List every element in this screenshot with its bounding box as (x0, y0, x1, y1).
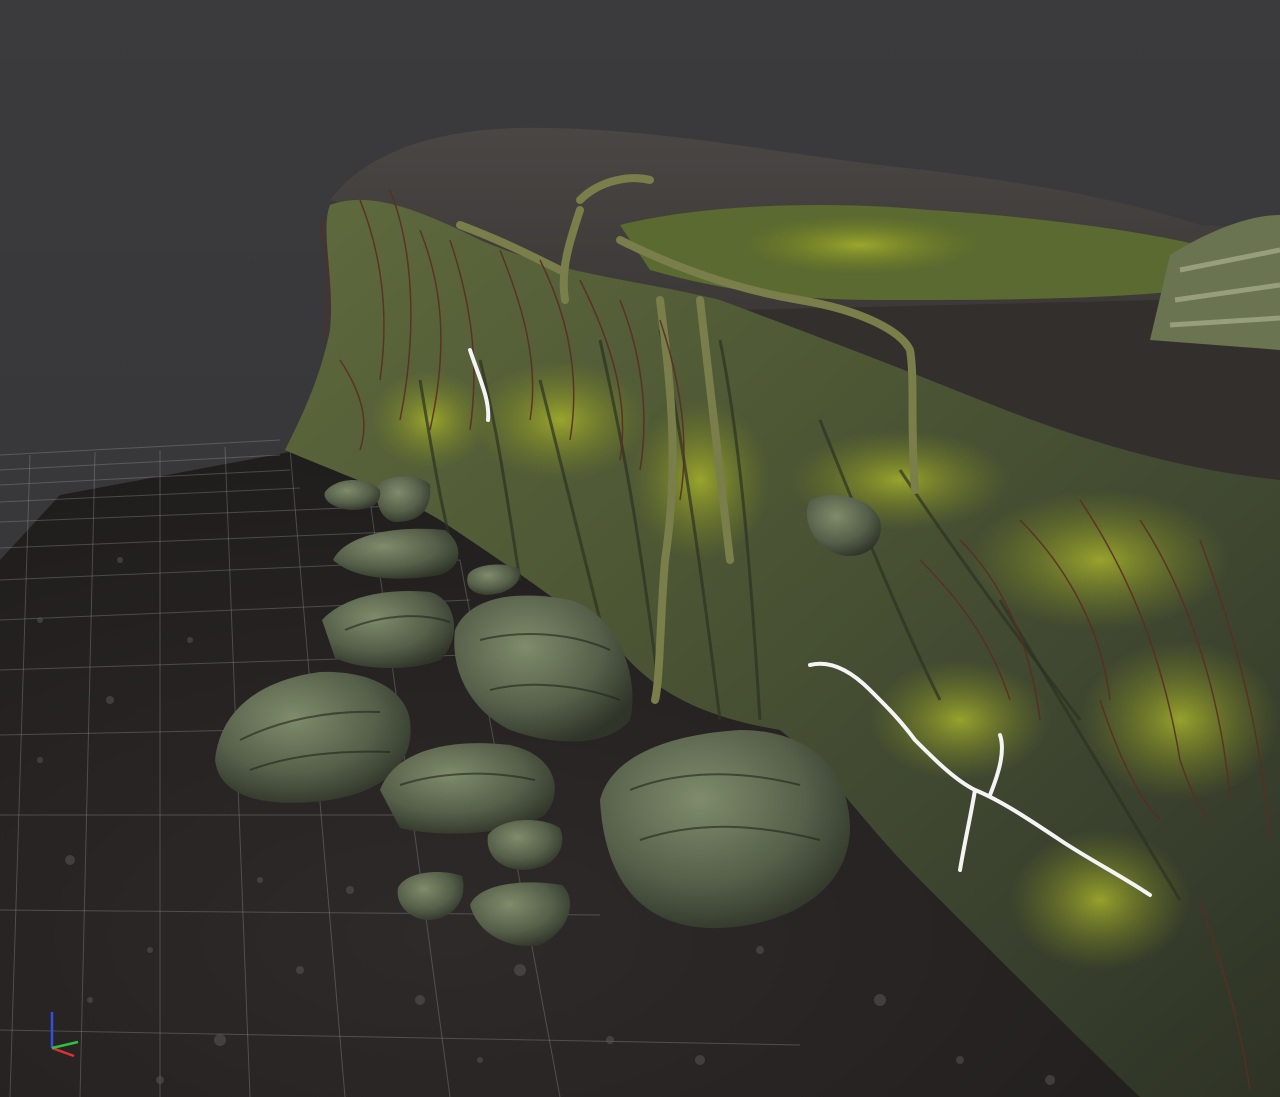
x-axis-line (51, 1046, 75, 1058)
axis-gizmo (50, 1012, 79, 1058)
y-axis-line (51, 1040, 79, 1050)
3d-viewport[interactable] (0, 0, 1280, 1097)
scene-render[interactable] (0, 0, 1280, 1097)
boulder (600, 730, 850, 929)
